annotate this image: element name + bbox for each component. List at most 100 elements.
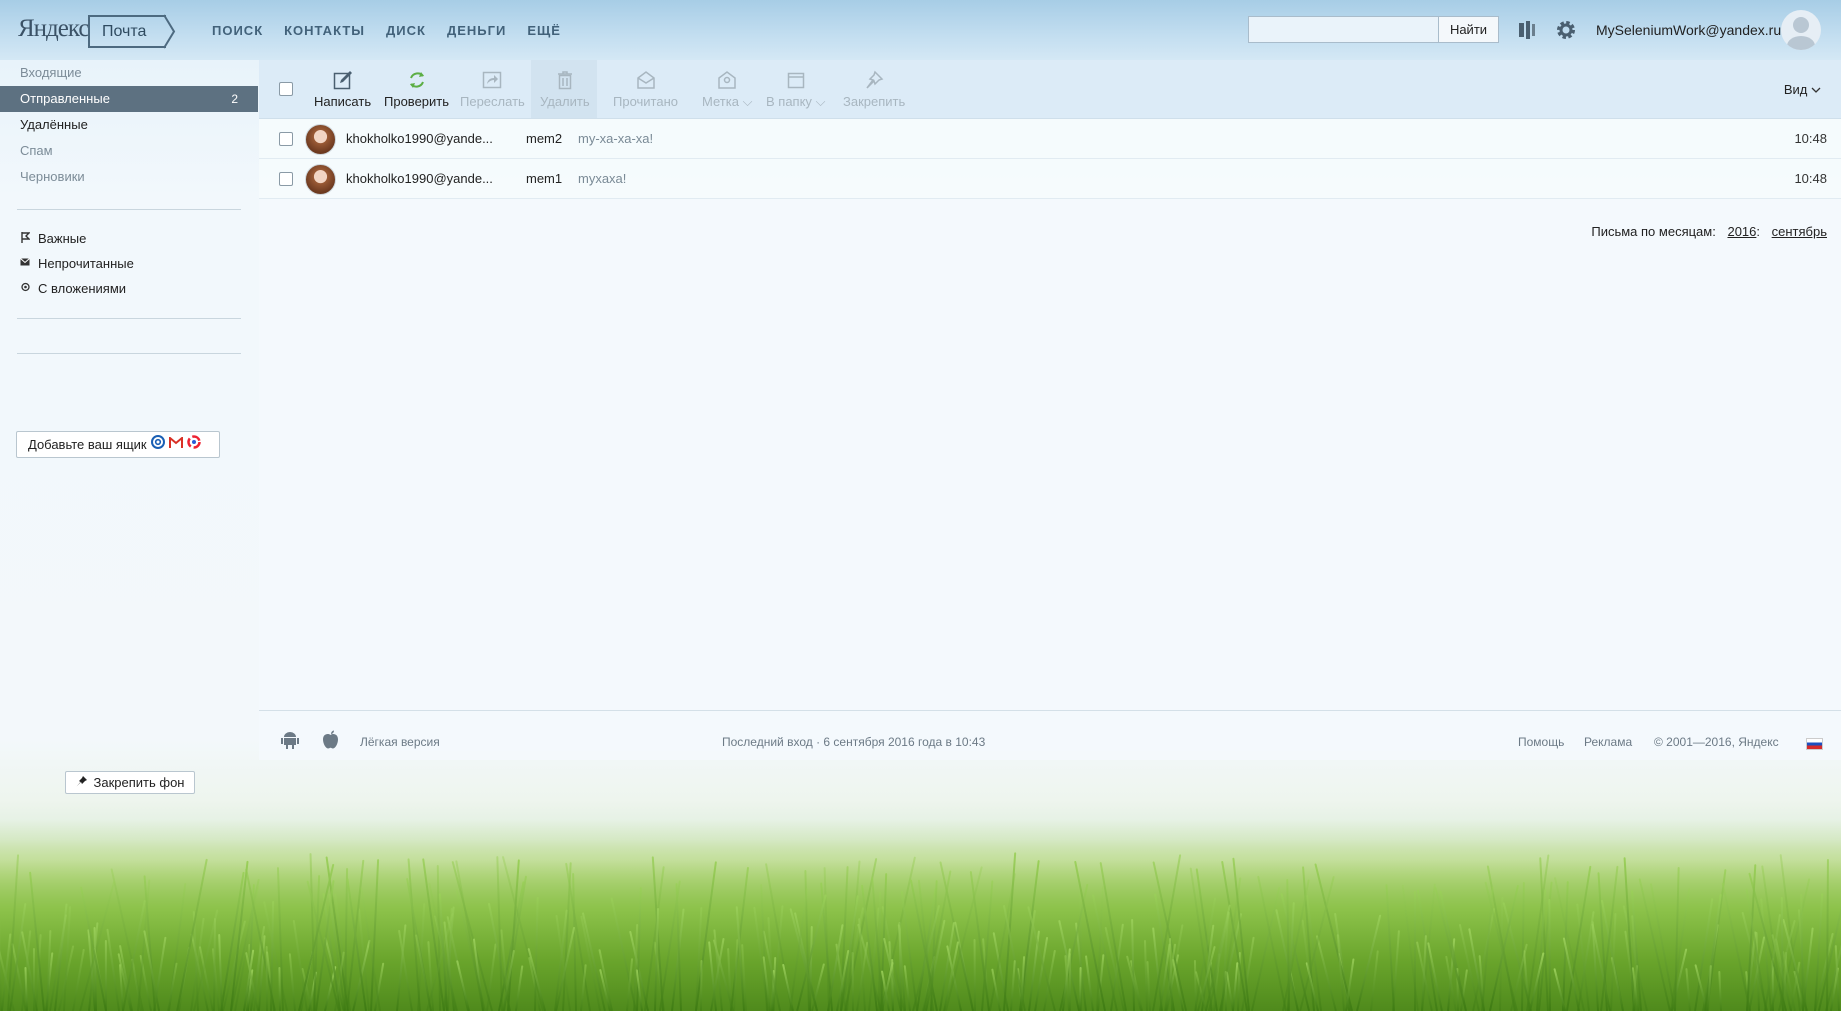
pin-background-button[interactable]: Закрепить фон	[65, 771, 195, 794]
select-all-checkbox[interactable]	[279, 82, 293, 96]
forward-label: Переслать	[460, 94, 525, 109]
yandex-logo[interactable]: Яндекс	[18, 15, 89, 43]
folder-drafts[interactable]: Черновики	[0, 164, 258, 190]
pin-message-label: Закрепить	[843, 94, 906, 109]
grass-blade	[1370, 950, 1380, 1011]
message-time: 10:48	[1794, 171, 1827, 186]
grass-blade	[1085, 955, 1095, 1011]
mailru-icon	[150, 432, 165, 457]
message-subject: mem2	[526, 131, 563, 146]
folder-deleted[interactable]: Удалённые	[0, 112, 258, 138]
forward-icon	[460, 70, 525, 90]
nav-contacts[interactable]: КОНТАКТЫ	[284, 23, 365, 38]
folder-inbox[interactable]: Входящие	[0, 60, 258, 86]
header: Яндекс Почта ПОИСК КОНТАКТЫ ДИСК ДЕНЬГИ …	[0, 0, 1841, 60]
grass-blade	[288, 953, 296, 1011]
chevron-down-icon: ⌵	[815, 94, 826, 109]
delete-button[interactable]: Удалить	[540, 70, 590, 109]
grass-blade	[265, 945, 268, 1011]
search-button[interactable]: Найти	[1438, 16, 1499, 43]
mark-read-button[interactable]: Прочитано	[613, 70, 678, 109]
add-mailbox-button[interactable]: Добавьте ваш ящик	[16, 431, 220, 458]
message-checkbox[interactable]	[279, 172, 293, 186]
pin-message-button[interactable]: Закрепить	[843, 70, 905, 109]
filter-attachments[interactable]: С вложениями	[20, 281, 126, 296]
grass-blade	[675, 883, 683, 1011]
move-to-folder-button[interactable]: В папку ⌵	[766, 70, 825, 110]
message-row[interactable]: khokholko1990@yande... mem1 myxaxa! 10:4…	[259, 159, 1841, 199]
apple-icon[interactable]	[322, 730, 339, 752]
message-from: khokholko1990@yande...	[346, 131, 493, 146]
grass-blade	[1826, 858, 1830, 1011]
help-link[interactable]: Помощь	[1518, 735, 1564, 749]
rambler-icon	[186, 432, 201, 457]
copyright-text: © 2001—2016, Яндекс	[1654, 735, 1779, 749]
sender-avatar	[305, 164, 336, 195]
folder-label: Отправленные	[20, 91, 110, 106]
sender-avatar	[305, 124, 336, 155]
grass-blade	[1314, 863, 1353, 1011]
grass-blade	[1685, 967, 1691, 1011]
colon: :	[1756, 224, 1761, 239]
user-avatar[interactable]	[1781, 10, 1821, 50]
nav-money[interactable]: ДЕНЬГИ	[447, 23, 506, 38]
divider	[17, 318, 241, 319]
folder-label: Черновики	[20, 169, 85, 184]
username[interactable]: MySeleniumWork@yandex.ru	[1596, 22, 1781, 38]
grass-blade	[973, 939, 977, 1011]
message-row[interactable]: khokholko1990@yande... mem2 my-xa-xa-xa!…	[259, 119, 1841, 159]
filter-label: Непрочитанные	[38, 256, 134, 271]
message-checkbox[interactable]	[279, 132, 293, 146]
folder-spam[interactable]: Спам	[0, 138, 258, 164]
divider	[17, 209, 241, 210]
grass-blade	[1130, 919, 1135, 1011]
message-snippet: my-xa-xa-xa!	[578, 131, 654, 146]
months-label: Письма по месяцам:	[1591, 224, 1716, 239]
gmail-icon	[168, 432, 183, 457]
compose-button[interactable]: Написать	[314, 70, 371, 109]
forward-button[interactable]: Переслать	[460, 70, 525, 109]
grass-blade	[455, 960, 470, 1011]
label-button[interactable]: Метка ⌵	[702, 70, 752, 110]
compose-icon	[314, 70, 371, 90]
grass-blade	[455, 888, 487, 1011]
pin-icon	[76, 772, 88, 793]
ads-link[interactable]: Реклама	[1584, 735, 1632, 749]
move-to-folder-label: В папку	[766, 94, 812, 109]
nav-disk[interactable]: ДИСК	[386, 23, 426, 38]
themes-icon[interactable]	[1516, 19, 1538, 41]
grass-blade	[789, 908, 818, 1011]
check-mail-button[interactable]: Проверить	[384, 70, 449, 109]
refresh-icon	[384, 70, 449, 90]
month-link[interactable]: сентябрь	[1772, 224, 1827, 239]
mail-service-label[interactable]: Почта	[88, 15, 166, 48]
add-mailbox-label: Добавьте ваш ящик	[28, 437, 147, 452]
nav-search[interactable]: ПОИСК	[212, 23, 263, 38]
grass-blade	[153, 936, 167, 1011]
light-version-link[interactable]: Лёгкая версия	[360, 735, 440, 749]
folder-count: 2	[231, 92, 238, 106]
language-flag-icon[interactable]	[1806, 738, 1823, 750]
grass-blade	[1193, 960, 1197, 1011]
trash-icon	[540, 70, 590, 90]
grass-blade	[1251, 887, 1281, 1011]
folder-sent[interactable]: Отправленные 2	[0, 86, 258, 112]
delete-label: Удалить	[540, 94, 590, 109]
label-label: Метка	[702, 94, 739, 109]
grass-blade	[514, 965, 524, 1011]
android-icon[interactable]	[281, 731, 299, 752]
pin-icon	[843, 70, 905, 90]
nav-more[interactable]: ЕЩЁ	[527, 23, 561, 38]
filter-important[interactable]: Важные	[20, 231, 86, 246]
view-dropdown[interactable]: Вид	[1784, 82, 1821, 97]
folder-label: Входящие	[20, 65, 82, 80]
divider	[17, 353, 241, 354]
grass-blade	[1717, 970, 1722, 1011]
grass-blade	[1385, 884, 1395, 1011]
top-nav: ПОИСК КОНТАКТЫ ДИСК ДЕНЬГИ ЕЩЁ	[212, 23, 561, 38]
gear-icon[interactable]	[1555, 19, 1577, 41]
year-link[interactable]: 2016	[1727, 224, 1756, 239]
search-input[interactable]	[1248, 16, 1439, 43]
toolbar: Написать Проверить Переслать Удалить Про…	[259, 60, 1841, 119]
filter-unread[interactable]: Непрочитанные	[20, 256, 134, 271]
